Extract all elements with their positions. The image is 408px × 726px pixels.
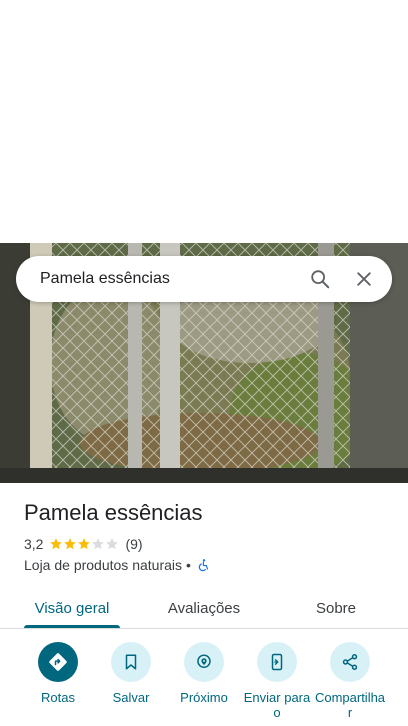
place-category: Loja de produtos naturais [24,557,182,573]
active-tab-indicator [24,625,120,628]
directions-button[interactable]: Rotas [21,642,95,705]
rating-stars [49,537,119,551]
search-input[interactable]: Pamela essências [16,270,298,288]
bookmark-icon [125,654,137,670]
share-icon [342,654,358,670]
place-title: Pamela essências [24,500,203,525]
share-label: Compartilhar [314,690,386,720]
search-bar[interactable]: Pamela essências [16,256,392,302]
nearby-label: Próximo [180,690,228,705]
send-to-phone-button[interactable]: Enviar para o [240,642,314,720]
rating-row[interactable]: 3,2 (9) [24,536,143,552]
rating-value: 3,2 [24,536,44,552]
category-separator: • [186,557,191,573]
place-tabs: Visão geral Avaliações Sobre [0,590,408,629]
action-buttons: Rotas Salvar Próximo Enviar para o Compa… [0,642,408,726]
star-filled-icon [64,538,77,550]
tab-overview[interactable]: Visão geral [24,590,120,628]
category-row: Loja de produtos naturais • [24,557,211,573]
save-button[interactable]: Salvar [94,642,168,705]
star-empty-icon [106,538,119,550]
wheelchair-accessible-icon [198,559,208,572]
send-to-phone-label: Enviar para o [243,690,311,720]
review-count: (9) [125,536,143,552]
nearby-button[interactable]: Próximo [167,642,241,705]
directions-icon [49,653,67,671]
tab-reviews[interactable]: Avaliações [156,590,252,626]
search-icon[interactable] [298,257,342,301]
close-icon[interactable] [342,257,386,301]
save-label: Salvar [112,690,150,705]
directions-label: Rotas [41,690,75,705]
share-button[interactable]: Compartilhar [313,642,387,720]
star-empty-icon [92,538,105,550]
nearby-icon [197,654,211,668]
tab-about[interactable]: Sobre [288,590,384,626]
star-filled-icon [78,538,91,550]
star-filled-icon [50,538,63,550]
send-to-phone-icon [271,653,283,671]
